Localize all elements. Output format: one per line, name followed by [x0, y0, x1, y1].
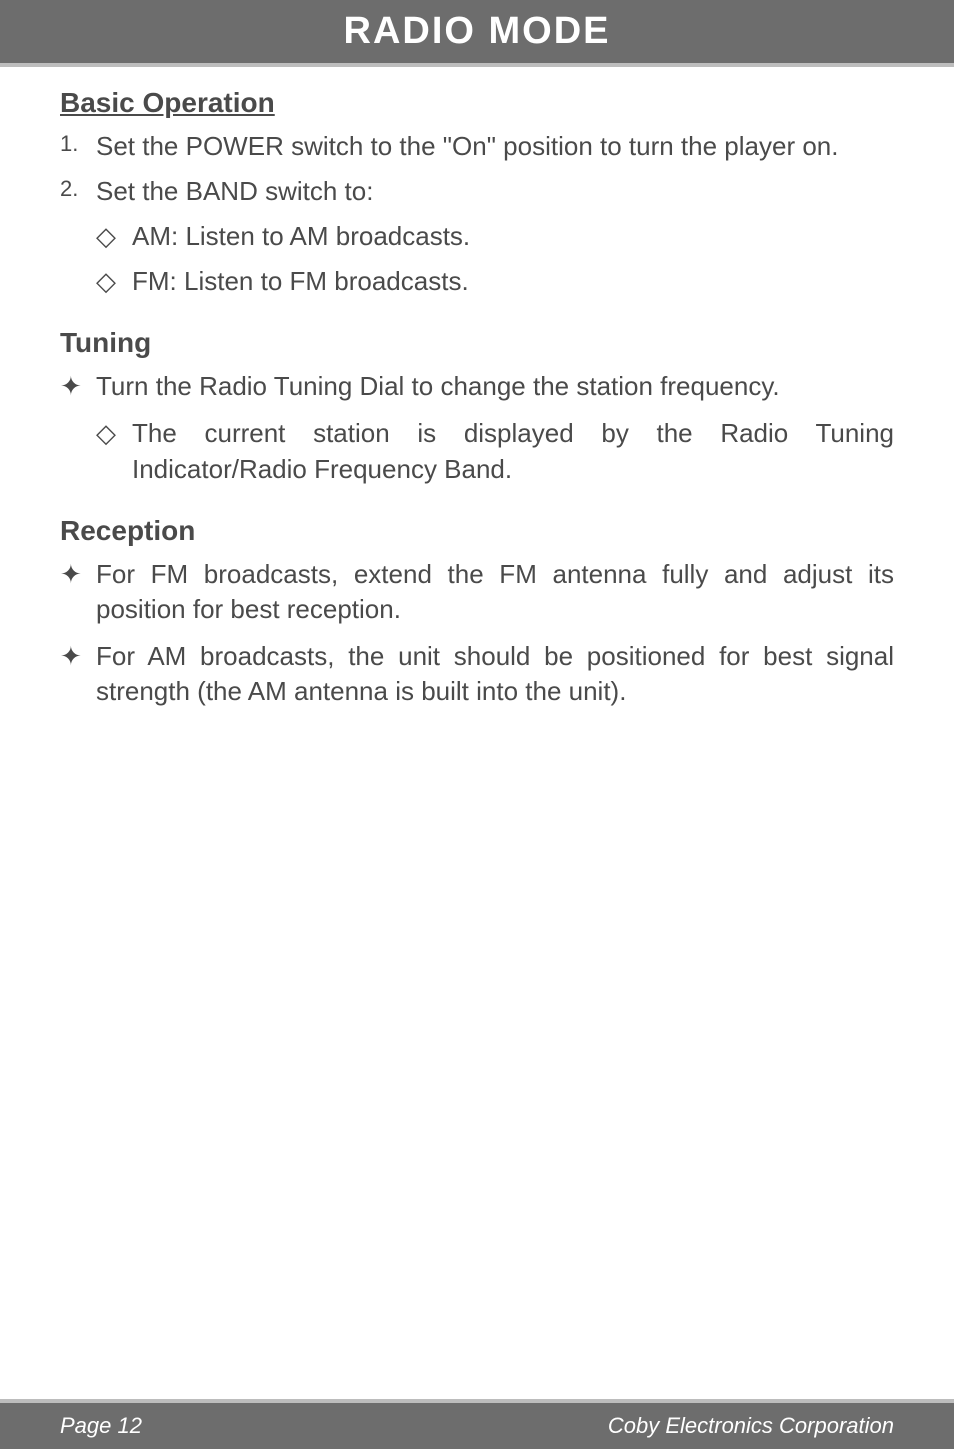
section-reception-title: Reception: [60, 515, 894, 547]
sub-list-item: ◇ AM: Listen to AM broadcasts.: [96, 219, 894, 254]
list-text: Set the POWER switch to the "On" positio…: [96, 129, 839, 164]
content-area: Basic Operation 1. Set the POWER switch …: [0, 67, 954, 709]
diamond-bullet-icon: ◇: [96, 219, 132, 254]
list-item: 2. Set the BAND switch to:: [60, 174, 894, 209]
section-tuning-title: Tuning: [60, 327, 894, 359]
list-text: For FM broadcasts, extend the FM antenna…: [96, 557, 894, 627]
list-number: 1.: [60, 129, 96, 164]
list-text: Set the BAND switch to:: [96, 174, 373, 209]
diamond-bullet-icon: ◇: [96, 416, 132, 486]
page-title: RADIO MODE: [0, 10, 954, 53]
list-item: ✦ Turn the Radio Tuning Dial to change t…: [60, 369, 894, 404]
list-item: 1. Set the POWER switch to the "On" posi…: [60, 129, 894, 164]
list-text: For AM broadcasts, the unit should be po…: [96, 639, 894, 709]
list-number: 2.: [60, 174, 96, 209]
sub-list-text: AM: Listen to AM broadcasts.: [132, 219, 470, 254]
sub-list-text: FM: Listen to FM broadcasts.: [132, 264, 469, 299]
list-item: ✦ For AM broadcasts, the unit should be …: [60, 639, 894, 709]
list-item: ✦ For FM broadcasts, extend the FM anten…: [60, 557, 894, 627]
section-basic-operation-title: Basic Operation: [60, 87, 894, 119]
footer-page-number: Page 12: [60, 1413, 142, 1439]
header-band: RADIO MODE: [0, 0, 954, 67]
sub-list-item: ◇ The current station is displayed by th…: [96, 416, 894, 486]
list-text: Turn the Radio Tuning Dial to change the…: [96, 369, 894, 404]
sub-list-text: The current station is displayed by the …: [132, 416, 894, 486]
star-bullet-icon: ✦: [60, 369, 96, 404]
star-bullet-icon: ✦: [60, 557, 96, 627]
sub-list-item: ◇ FM: Listen to FM broadcasts.: [96, 264, 894, 299]
star-bullet-icon: ✦: [60, 639, 96, 709]
diamond-bullet-icon: ◇: [96, 264, 132, 299]
footer: Page 12 Coby Electronics Corporation: [0, 1399, 954, 1449]
footer-company: Coby Electronics Corporation: [608, 1413, 894, 1439]
